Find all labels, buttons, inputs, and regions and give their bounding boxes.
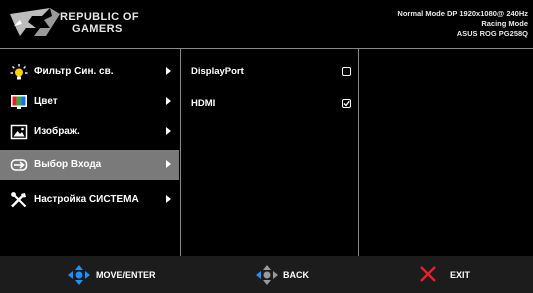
close-icon — [420, 266, 436, 282]
option-label: HDMI — [191, 98, 216, 109]
back-button[interactable]: BACK — [254, 256, 334, 293]
menu-item-color[interactable]: Цвет — [0, 87, 179, 117]
option-label: DisplayPort — [191, 66, 244, 77]
brand-name: REPUBLIC OF GAMERS — [60, 11, 139, 35]
tools-icon — [11, 192, 27, 208]
menu-item-label: Цвет — [34, 96, 58, 107]
joystick-move-icon — [68, 265, 90, 285]
status-mode-line: Normal Mode DP 1920x1080@ 240Hz — [397, 9, 528, 18]
chevron-right-icon — [166, 160, 171, 168]
osd-header: REPUBLIC OF GAMERS Normal Mode DP 1920x1… — [0, 0, 533, 48]
menu-item-system-setup[interactable]: Настройка СИСТЕМА — [0, 185, 179, 215]
option-displayport[interactable]: DisplayPort — [181, 61, 357, 81]
menu-item-image[interactable]: Изображ. — [0, 117, 179, 147]
status-info: Normal Mode DP 1920x1080@ 240Hz Racing M… — [397, 9, 528, 39]
color-icon — [11, 95, 27, 109]
brand-line2: GAMERS — [72, 23, 123, 35]
chevron-right-icon — [166, 97, 171, 105]
checkbox-checked[interactable] — [342, 99, 351, 108]
exit-label: EXIT — [450, 270, 471, 280]
status-preset-line: Racing Mode — [481, 19, 528, 28]
main-menu: Фильтр Син. св. Цвет Изображ. Выбор Вход… — [0, 49, 179, 256]
osd-footer: MOVE/ENTER BACK EXIT — [0, 256, 533, 293]
chevron-right-icon — [166, 127, 171, 135]
move-enter-label: MOVE/ENTER — [96, 270, 156, 280]
chevron-right-icon — [166, 67, 171, 75]
monitor-osd: REPUBLIC OF GAMERS Normal Mode DP 1920x1… — [0, 0, 533, 293]
exit-button[interactable]: EXIT — [419, 256, 489, 293]
option-hdmi[interactable]: HDMI — [181, 93, 357, 113]
chevron-right-icon — [166, 195, 171, 203]
move-enter-button[interactable]: MOVE/ENTER — [64, 256, 184, 293]
menu-item-label: Настройка СИСТЕМА — [34, 194, 139, 205]
checkbox-unchecked[interactable] — [342, 67, 351, 76]
menu-item-input-select[interactable]: Выбор Входа — [0, 150, 179, 180]
menu-item-label: Фильтр Син. св. — [34, 66, 114, 77]
submenu: DisplayPort HDMI — [181, 49, 357, 256]
bulb-icon — [10, 64, 28, 80]
menu-item-label: Выбор Входа — [34, 159, 102, 170]
status-model-line: ASUS ROG PG258Q — [456, 29, 528, 38]
back-label: BACK — [283, 270, 309, 280]
brand-line1: REPUBLIC OF — [60, 11, 139, 23]
image-icon — [10, 124, 28, 140]
menu-item-label: Изображ. — [34, 126, 80, 137]
check-icon — [343, 100, 350, 107]
menu-item-blue-light-filter[interactable]: Фильтр Син. св. — [0, 57, 179, 87]
joystick-back-icon — [256, 265, 278, 285]
detail-panel — [359, 49, 533, 256]
input-select-icon — [10, 159, 28, 171]
